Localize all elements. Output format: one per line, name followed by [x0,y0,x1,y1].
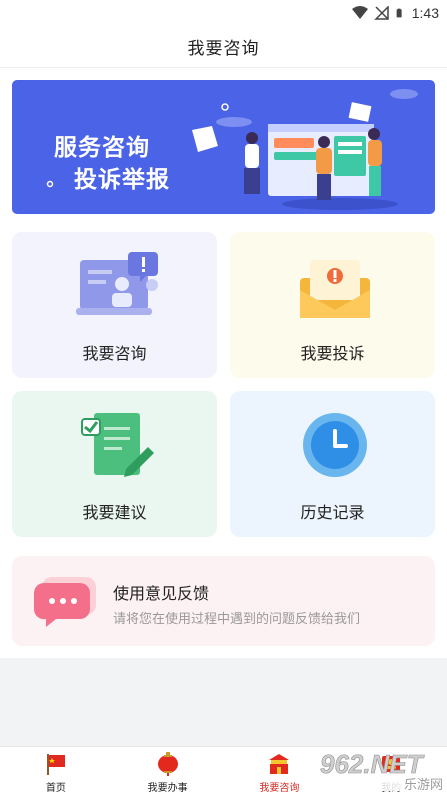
consult-card[interactable]: 我要咨询 [12,232,217,378]
feedback-card[interactable]: 使用意见反馈 请将您在使用过程中遇到的问题反馈给我们 [12,556,435,646]
chat-bubble-icon [33,577,96,627]
suggestion-label: 我要建议 [82,505,147,522]
app-header: 我要咨询 [0,26,447,68]
tab-services-label: 我要办事 [147,783,188,794]
complaint-label: 我要投诉 [300,346,365,363]
tab-home[interactable]: 首页 [0,747,112,794]
suggestion-document-icon [81,413,154,477]
status-time: 1:43 [411,5,439,21]
feedback-title: 使用意见反馈 [113,586,210,603]
tab-consult[interactable]: 我要咨询 [224,747,336,794]
consult-icon [76,252,158,315]
suggestion-card[interactable]: 我要建议 [12,391,217,537]
complaint-card[interactable]: 我要投诉 [230,232,435,378]
status-bar: 1:43 [0,0,447,26]
history-card[interactable]: 历史记录 [230,391,435,537]
bottom-tab-bar: 首页 我要办事 我要咨询 我的 [0,746,447,794]
gate-icon [269,754,290,774]
history-label: 历史记录 [300,505,365,522]
wifi-icon [351,6,368,19]
tab-profile[interactable]: 我的 [335,747,447,794]
no-signal-icon [373,6,389,20]
banner-title-line2: 投诉举报 [74,166,170,192]
tab-services[interactable]: 我要办事 [112,747,224,794]
page-title: 我要咨询 [187,39,260,58]
clock-icon [303,413,367,477]
banner-title-line1: 服务咨询 [54,134,150,160]
battery-icon [396,8,402,18]
lantern-icon [157,752,178,776]
consult-label: 我要咨询 [82,346,147,363]
feedback-description: 请将您在使用过程中遇到的问题反馈给我们 [113,611,361,626]
profile-icon [382,756,401,772]
tab-home-label: 首页 [45,783,66,794]
tab-profile-label: 我的 [381,783,402,794]
flag-icon [46,754,65,775]
main-content: 服务咨询 投诉举报 我要咨询 我要投诉 我要建议 历史记录 使用意见反馈 请将您… [0,68,447,658]
service-banner[interactable]: 服务咨询 投诉举报 [12,80,435,214]
tab-consult-label: 我要咨询 [259,783,300,794]
complaint-mail-icon [300,260,370,318]
